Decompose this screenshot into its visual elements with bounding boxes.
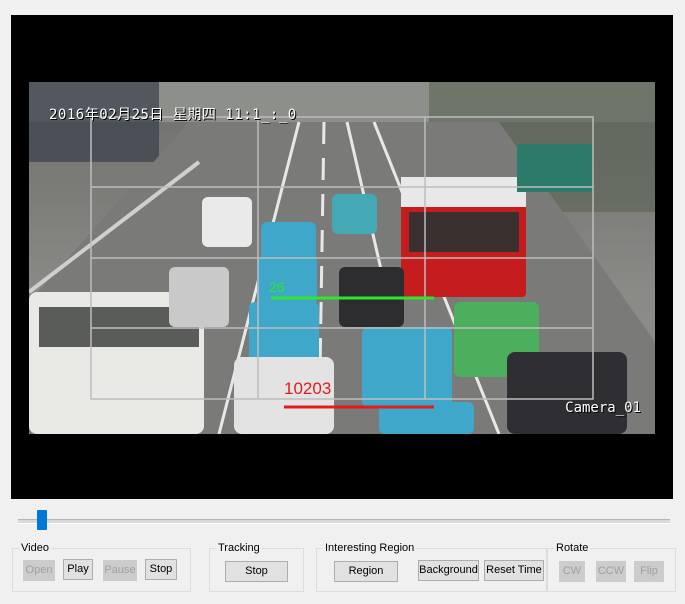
video-group-title: Video	[19, 542, 51, 554]
tracking-stop-button[interactable]: Stop	[225, 561, 288, 582]
red-line-count: 10203	[284, 379, 332, 398]
rotate-group-title: Rotate	[554, 542, 591, 554]
tracking-group: Tracking Stop	[209, 542, 304, 592]
region-button[interactable]: Region	[334, 561, 398, 582]
traffic-scene	[29, 82, 655, 434]
seek-slider[interactable]	[18, 510, 670, 530]
slider-thumb[interactable]	[37, 510, 47, 530]
background-button[interactable]: Background	[418, 560, 479, 581]
interesting-region-group-title: Interesting Region	[323, 542, 417, 554]
reset-time-button[interactable]: Reset Time	[484, 560, 544, 581]
timestamp-overlay: 2016年02月25日 星期四 11:1_:_0	[49, 107, 297, 123]
slider-track[interactable]	[18, 519, 670, 524]
video-group: Video Open Play Pause Stop	[12, 542, 191, 592]
play-button[interactable]: Play	[63, 559, 93, 580]
pause-button[interactable]: Pause	[103, 560, 137, 581]
camera-label: Camera_01	[565, 400, 641, 416]
ccw-button[interactable]: CCW	[596, 561, 626, 582]
tracking-group-title: Tracking	[216, 542, 262, 554]
open-button[interactable]: Open	[23, 560, 55, 581]
cw-button[interactable]: CW	[559, 561, 585, 582]
interesting-region-group: Interesting Region Region Background Res…	[316, 542, 547, 592]
video-display: 2016年02月25日 星期四 11:1_:_0 Camera_01 26 10…	[11, 15, 673, 499]
rotate-group: Rotate CW CCW Flip	[547, 542, 676, 592]
video-stop-button[interactable]: Stop	[145, 559, 177, 580]
flip-button[interactable]: Flip	[634, 561, 664, 582]
video-frame: 2016年02月25日 星期四 11:1_:_0 Camera_01 26 10…	[29, 82, 655, 434]
green-line-count: 26	[269, 279, 285, 295]
